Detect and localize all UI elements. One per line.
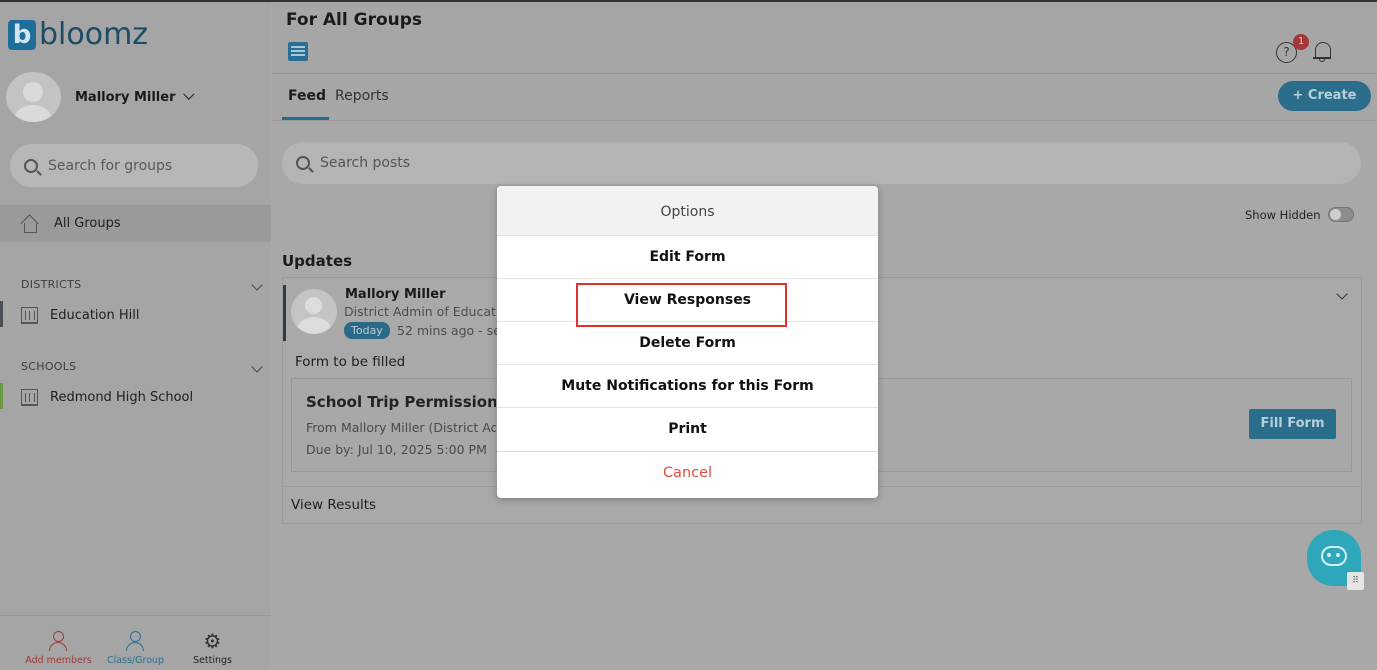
author-avatar[interactable] [291,289,337,334]
sidebar-item-label: Redmond High School [50,389,194,405]
sidebar-item-education-hill[interactable]: Education Hill [0,298,271,332]
search-icon [24,158,38,173]
cancel-button[interactable]: Cancel [497,451,878,493]
building-icon [21,306,38,324]
post-options-chevron-icon[interactable] [1336,288,1348,300]
user-menu[interactable]: Mallory Miller [6,72,194,122]
form-title: School Trip Permission Slip [306,393,496,411]
sidebar: b bloomz Mallory Miller Search for group… [0,0,271,670]
page-title: For All Groups [286,10,423,30]
modal-title: Options [497,186,878,236]
newsfeed-icon[interactable] [288,42,308,61]
posts-search-input[interactable]: Search posts [282,142,1361,184]
settings-button[interactable]: ⚙ Settings [175,630,250,670]
sidebar-item-redmond-high-school[interactable]: Redmond High School [0,380,271,414]
show-hidden-control: Show Hidden [1245,207,1354,222]
chevron-down-icon [182,88,194,100]
search-icon [296,156,310,170]
logo-mark: b [8,20,36,50]
districts-section-label: DISTRICTS [21,278,82,291]
post-time: 52 mins ago - sent [397,323,497,338]
user-name: Mallory Miller [75,89,176,105]
school-marker [0,383,3,409]
group-search-input[interactable]: Search for groups [10,144,258,187]
sidebar-item-all-groups[interactable]: All Groups [0,205,271,242]
tab-reports[interactable]: Reports [335,88,389,104]
group-search-placeholder: Search for groups [48,157,173,174]
delete-form-option[interactable]: Delete Form [497,322,878,365]
bloomz-logo[interactable]: b bloomz [8,20,148,50]
gear-icon: ⚙ [203,629,222,653]
tab-feed[interactable]: Feed [288,88,326,104]
post-author[interactable]: Mallory Miller [345,287,446,302]
posts-search-placeholder: Search posts [320,155,411,171]
window-top-border [0,0,1377,2]
form-due-date: Due by: Jul 10, 2025 5:00 PM [306,442,487,457]
main-header: For All Groups ? 1 [272,2,1377,74]
class-group-label: Class/Group [106,655,165,666]
class-group-button[interactable]: Class/Group [98,630,173,670]
sidebar-footer: Add members Class/Group ⚙ Settings [0,615,271,670]
user-avatar [6,72,61,122]
tab-active-underline [282,117,329,120]
add-person-icon [48,630,70,652]
edit-form-option[interactable]: Edit Form [497,236,878,279]
district-marker [0,301,3,327]
bot-icon [1321,546,1347,566]
tabs-bar: Feed Reports + Create [272,74,1377,121]
settings-label: Settings [193,655,232,666]
options-modal: Options Edit Form View Responses Delete … [497,186,878,498]
help-notification-badge: 1 [1293,34,1309,50]
updates-heading: Updates [282,252,353,270]
sidebar-item-label: Education Hill [50,307,140,323]
home-icon [20,216,40,233]
add-members-label: Add members [25,655,92,666]
show-hidden-label: Show Hidden [1245,207,1321,222]
post-text: Form to be filled [295,354,406,370]
create-button[interactable]: + Create [1278,81,1371,111]
fill-form-button[interactable]: Fill Form [1249,409,1336,439]
post-accent-bar [283,285,286,341]
show-hidden-toggle[interactable] [1327,207,1354,222]
add-members-button[interactable]: Add members [21,630,96,670]
form-from: From Mallory Miller (District Admin) [306,420,496,435]
schools-collapse-chevron-icon[interactable] [251,361,263,373]
logo-text: bloomz [39,17,149,52]
today-badge: Today [344,322,390,339]
districts-collapse-chevron-icon[interactable] [251,279,263,291]
bell-icon[interactable] [1313,39,1331,62]
schools-section-label: SCHOOLS [21,360,77,373]
mute-notifications-option[interactable]: Mute Notifications for this Form [497,365,878,408]
print-option[interactable]: Print [497,408,878,451]
view-responses-option[interactable]: View Responses [497,279,878,322]
sidebar-item-label: All Groups [54,216,121,231]
add-group-icon [125,630,147,652]
post-author-role: District Admin of Education Hill [344,304,496,319]
bell-clapper [1319,59,1325,62]
drag-handle-icon[interactable]: ⠿ [1347,572,1364,590]
building-icon [21,388,38,406]
